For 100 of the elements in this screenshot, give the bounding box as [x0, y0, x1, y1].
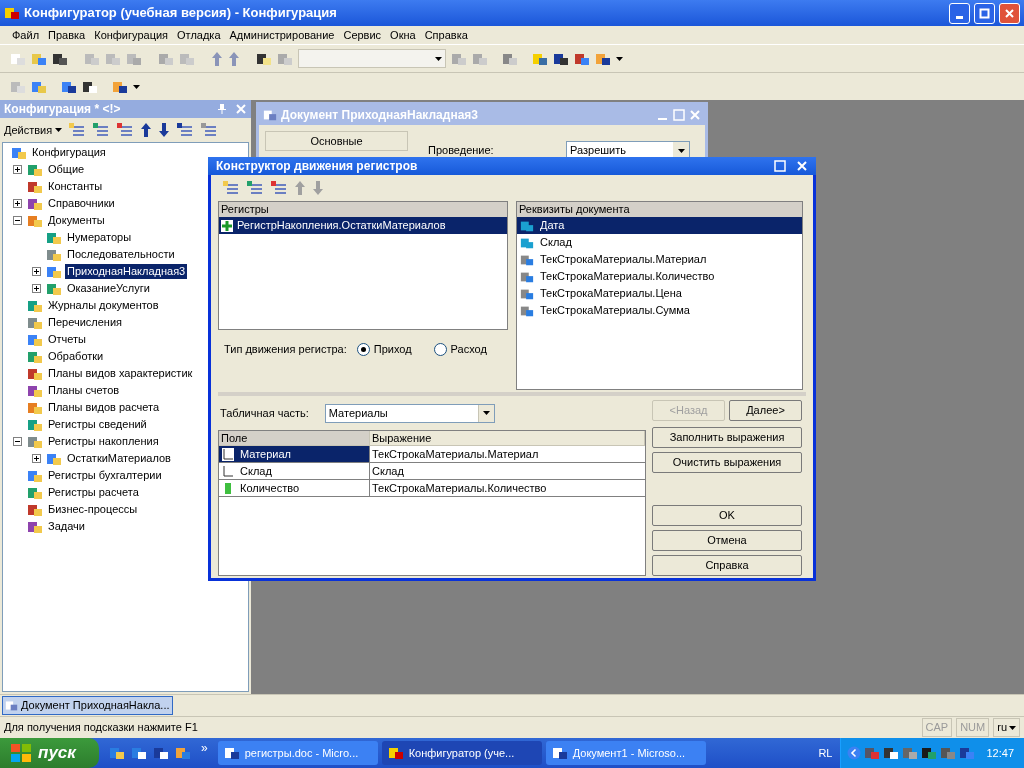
table-row[interactable]: Материал ТекСтрокаМатериалы.Материал [219, 446, 645, 463]
close-icon [1004, 7, 1015, 19]
dialog-button[interactable]: Очистить выражения [652, 452, 802, 473]
attribute-item[interactable]: ТекСтрокаМатериалы.Материал [517, 251, 802, 268]
tree-item[interactable]: Планы видов расчета [46, 400, 162, 415]
window-tab[interactable]: Документ ПриходнаяНакла... [2, 696, 173, 715]
tree-item[interactable]: Конфигурация [30, 145, 108, 160]
table-part-combo[interactable]: Материалы [324, 403, 495, 423]
expand-toggle[interactable] [31, 267, 41, 276]
tree-item[interactable]: Планы видов характеристик [46, 366, 195, 381]
expand-toggle[interactable] [12, 165, 22, 174]
minimize-icon [956, 15, 963, 19]
start-button[interactable]: пуск [0, 738, 99, 768]
restore-button[interactable] [974, 2, 995, 24]
edit-item-icon[interactable] [92, 122, 111, 138]
redo-icon[interactable] [228, 50, 240, 67]
actions-menu[interactable]: Действия [4, 121, 63, 139]
radio-option[interactable]: Расход [433, 340, 487, 358]
pin-icon[interactable] [217, 103, 227, 115]
attribute-item[interactable]: ТекСтрокаМатериалы.Сумма [517, 302, 802, 319]
tree-item[interactable]: Константы [46, 179, 105, 194]
dialog-button[interactable]: OK [652, 505, 802, 526]
expand-toggle[interactable] [31, 454, 41, 463]
up-arrow-icon[interactable] [140, 122, 153, 138]
expand-toggle[interactable] [12, 199, 22, 208]
overflow-chevron[interactable]: » [201, 739, 208, 757]
tree-item[interactable]: Журналы документов [46, 298, 161, 313]
radio-selected[interactable] [356, 342, 370, 356]
delete-item-icon[interactable] [116, 122, 135, 138]
filter-icon[interactable] [200, 122, 219, 138]
add-copy-icon[interactable] [246, 180, 264, 196]
windows-logo-icon [10, 743, 32, 763]
menu-item[interactable]: Администрирование [225, 26, 339, 44]
side-tab[interactable]: Основные [265, 131, 408, 151]
caret-icon [435, 56, 442, 61]
column-header: Реквизиты документа [517, 202, 802, 217]
language-indicator[interactable]: ru [993, 718, 1020, 737]
delete-item-icon[interactable] [270, 180, 288, 196]
table-part-label: Табличная часть: [219, 405, 309, 421]
table-row[interactable]: Количество ТекСтрокаМатериалы.Количество [219, 480, 645, 497]
column-header: Выражение [370, 431, 645, 445]
taskbar-button[interactable]: Конфигуратор (уче... [381, 741, 542, 765]
status-indicator: CAP [921, 718, 953, 737]
radio-unselected[interactable] [433, 342, 447, 356]
tree-item[interactable]: Регистры бухгалтерии [46, 468, 164, 483]
dialog-button[interactable]: Заполнить выражения [652, 427, 802, 448]
tree-item[interactable]: ОказаниеУслуги [65, 281, 152, 296]
tree-item[interactable]: Перечисления [46, 315, 124, 330]
menu-item[interactable]: Отладка [173, 26, 225, 44]
tree-item[interactable]: Отчеты [46, 332, 89, 347]
undo-icon[interactable] [211, 50, 223, 67]
tree-item[interactable]: Планы счетов [46, 383, 122, 398]
tree-item[interactable]: Обработки [46, 349, 106, 364]
tree-item[interactable]: ОстаткиМатериалов [65, 451, 173, 466]
menu-item[interactable]: Окна [386, 26, 420, 44]
maximize-icon[interactable] [774, 160, 786, 172]
tree-item[interactable]: Нумераторы [65, 230, 134, 245]
tree-item[interactable]: Регистры расчета [46, 485, 141, 500]
expand-toggle[interactable] [31, 284, 41, 293]
tree-item[interactable]: Последовательности [65, 247, 177, 262]
radio-option[interactable]: Приход [356, 340, 412, 358]
attribute-item[interactable]: Склад [517, 234, 802, 251]
table-cell-text: Количество [240, 480, 300, 496]
menu-item[interactable]: Конфигурация [90, 26, 173, 44]
tree-item[interactable]: ПриходнаяНакладная3 [65, 264, 188, 279]
minimize-button[interactable] [949, 2, 970, 24]
tree-item[interactable]: Задачи [46, 519, 87, 534]
dialog-title: Конструктор движения регистров [216, 158, 419, 175]
attribute-item[interactable]: Дата [517, 217, 802, 234]
menu-item[interactable]: Файл [8, 26, 44, 44]
tree-item[interactable]: Регистры сведений [46, 417, 149, 432]
attribute-item[interactable]: ТекСтрокаМатериалы.Цена [517, 285, 802, 302]
dialog-button[interactable]: Далее> [729, 400, 802, 421]
window-title: Конфигуратор (учебная версия) - Конфигурация [24, 4, 338, 23]
close-button[interactable] [999, 2, 1020, 24]
sort-icon[interactable] [176, 122, 195, 138]
menu-item[interactable]: Справка [420, 26, 472, 44]
tree-item[interactable]: Справочники [46, 196, 117, 211]
menu-item[interactable]: Правка [44, 26, 90, 44]
chevron-icon[interactable] [847, 746, 862, 760]
menu-item[interactable]: Сервис [339, 26, 386, 44]
add-item-icon[interactable] [68, 122, 87, 138]
tree-item[interactable]: Регистры накопления [46, 434, 161, 449]
down-arrow-icon[interactable] [158, 122, 171, 138]
table-row[interactable]: Склад Склад [219, 463, 645, 480]
register-item[interactable]: РегистрНакопления.ОстаткиМатериалов [219, 217, 507, 234]
dialog-button[interactable]: Отмена [652, 530, 802, 551]
close-icon[interactable] [796, 160, 808, 172]
tree-item[interactable]: Бизнес-процессы [46, 502, 140, 517]
resource-icon [222, 481, 234, 495]
add-item-icon[interactable] [222, 180, 240, 196]
taskbar-button[interactable]: регистры.doc - Micro... [217, 741, 378, 765]
status-text: Для получения подсказки нажмите F1 [4, 720, 199, 736]
taskbar-button[interactable]: Документ1 - Microso... [545, 741, 706, 765]
tree-item[interactable]: Общие [46, 162, 87, 177]
tree-item[interactable]: Документы [46, 213, 107, 228]
collapse-toggle[interactable] [12, 216, 22, 225]
collapse-toggle[interactable] [12, 437, 22, 446]
dialog-button[interactable]: Справка [652, 555, 802, 576]
attribute-item[interactable]: ТекСтрокаМатериалы.Количество [517, 268, 802, 285]
